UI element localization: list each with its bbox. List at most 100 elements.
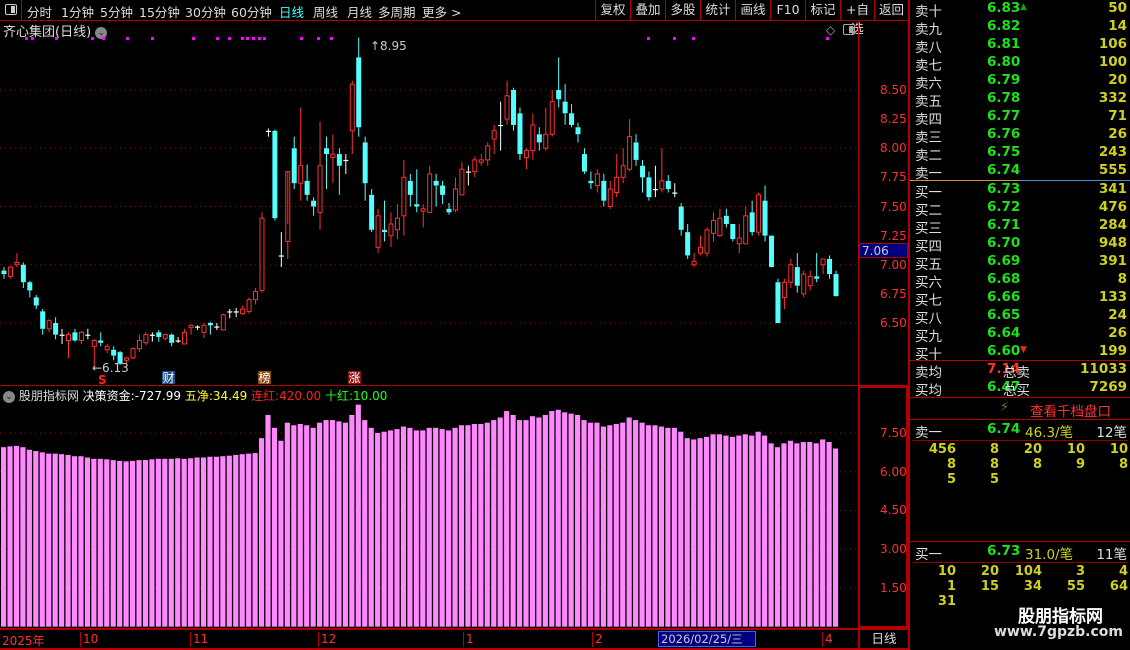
period-tab[interactable]: 周线 xyxy=(313,2,338,21)
asks-row[interactable]: 卖七 6.80 100 xyxy=(913,54,1127,74)
candle[interactable] xyxy=(620,148,626,184)
candle[interactable] xyxy=(356,37,362,137)
period-tab[interactable]: 日线 xyxy=(279,2,304,21)
bids-row[interactable]: 买七 6.66 133 xyxy=(913,289,1127,309)
candle[interactable] xyxy=(504,80,510,125)
candle[interactable] xyxy=(704,227,710,257)
candle[interactable] xyxy=(427,165,433,213)
candle[interactable] xyxy=(136,334,142,353)
candle[interactable] xyxy=(678,203,684,236)
candle[interactable] xyxy=(717,208,723,237)
candle[interactable] xyxy=(394,204,400,240)
candle[interactable] xyxy=(259,212,265,293)
candle[interactable] xyxy=(652,165,658,198)
candle[interactable] xyxy=(794,253,800,293)
candle[interactable] xyxy=(253,288,259,305)
bids-row[interactable]: 买三 6.71 284 xyxy=(913,217,1127,237)
candle[interactable] xyxy=(278,232,284,268)
bids-row[interactable]: 买二 6.72 476 xyxy=(913,199,1127,219)
candle[interactable] xyxy=(491,124,497,155)
chart-canvas[interactable]: ↑8.95←6.13S 财榜涨 xyxy=(0,21,858,628)
candle[interactable] xyxy=(240,305,246,315)
asks-row[interactable]: 卖九 6.82 14 xyxy=(913,18,1127,38)
candle[interactable] xyxy=(511,87,517,131)
indicator-name[interactable]: 股朋指标网 xyxy=(19,389,79,403)
period-tab[interactable]: 多周期 xyxy=(378,2,416,21)
depth-link[interactable]: 查看千档盘口 xyxy=(1030,400,1111,420)
asks-row[interactable]: 卖一 6.74 555 xyxy=(913,162,1127,182)
candle[interactable] xyxy=(130,347,136,360)
candle[interactable] xyxy=(517,107,523,160)
asks-row[interactable]: 卖二 6.75 243 xyxy=(913,144,1127,164)
candle[interactable] xyxy=(523,148,529,170)
candle[interactable] xyxy=(40,309,46,335)
candle[interactable] xyxy=(220,313,226,331)
bids-row[interactable]: 买九 6.64 26 xyxy=(913,325,1127,345)
candle[interactable] xyxy=(543,107,549,151)
candle[interactable] xyxy=(633,134,639,166)
candle[interactable] xyxy=(104,343,110,354)
candle[interactable] xyxy=(659,148,665,193)
candle[interactable] xyxy=(820,258,826,275)
candle[interactable] xyxy=(291,136,297,190)
candle[interactable] xyxy=(156,329,162,342)
candle[interactable] xyxy=(420,204,426,228)
candle[interactable] xyxy=(781,278,787,310)
candle[interactable] xyxy=(59,328,65,344)
period-tab[interactable]: 15分钟 xyxy=(139,2,180,21)
candle[interactable] xyxy=(691,253,697,268)
candle[interactable] xyxy=(607,180,613,209)
candle[interactable] xyxy=(665,175,671,193)
bids-row[interactable]: 买八 6.65 24 xyxy=(913,307,1127,327)
bids-row[interactable]: 买四 6.70 948 xyxy=(913,235,1127,255)
toolbar-button[interactable]: +自选 xyxy=(840,0,874,36)
candle[interactable] xyxy=(698,235,704,256)
candle[interactable] xyxy=(201,323,207,339)
candle[interactable] xyxy=(459,162,465,196)
period-tab[interactable]: 更多 > xyxy=(422,2,461,21)
asks-row[interactable]: 卖四 6.77 71 xyxy=(913,108,1127,128)
candle[interactable] xyxy=(285,171,291,259)
candle[interactable] xyxy=(775,278,781,323)
candle[interactable] xyxy=(478,154,484,166)
period-tab[interactable]: 1分钟 xyxy=(61,2,94,21)
candle[interactable] xyxy=(207,321,213,335)
candle[interactable] xyxy=(265,128,271,137)
candle[interactable] xyxy=(807,270,813,291)
candle[interactable] xyxy=(730,223,736,242)
panel-toggle-button[interactable] xyxy=(0,0,22,20)
bids-row[interactable]: 买六 6.68 8 xyxy=(913,271,1127,291)
candle[interactable] xyxy=(246,297,252,314)
candle[interactable] xyxy=(685,223,691,259)
candle[interactable] xyxy=(336,148,342,195)
candle[interactable] xyxy=(446,203,452,215)
asks-row[interactable]: 卖五 6.78 332 xyxy=(913,90,1127,110)
toolbar-button[interactable]: F10 xyxy=(770,0,805,20)
candle[interactable] xyxy=(581,148,587,174)
period-tab[interactable]: 5分钟 xyxy=(100,2,133,21)
toolbar-button[interactable]: 叠加 xyxy=(630,0,665,20)
candle[interactable] xyxy=(343,154,349,174)
candle[interactable] xyxy=(182,328,188,345)
asks-row[interactable]: 卖六 6.79 20 xyxy=(913,72,1127,92)
bids-row[interactable]: 买五 6.69 391 xyxy=(913,253,1127,273)
candle[interactable] xyxy=(1,267,7,279)
candle[interactable] xyxy=(769,235,775,268)
period-tab[interactable]: 60分钟 xyxy=(231,2,272,21)
candle[interactable] xyxy=(530,113,536,160)
candle[interactable] xyxy=(472,156,478,178)
candle[interactable] xyxy=(588,171,594,190)
candle[interactable] xyxy=(85,328,91,340)
period-tab[interactable]: 30分钟 xyxy=(185,2,226,21)
period-tab[interactable]: 月线 xyxy=(347,2,372,21)
period-tab[interactable]: 分时 xyxy=(27,2,52,21)
candle[interactable] xyxy=(349,80,355,155)
candle[interactable] xyxy=(433,173,439,207)
candle[interactable] xyxy=(827,255,833,279)
candle[interactable] xyxy=(414,169,420,213)
candle[interactable] xyxy=(214,323,220,330)
toolbar-button[interactable]: 返回 xyxy=(874,0,908,20)
candle[interactable] xyxy=(549,90,555,137)
candle[interactable] xyxy=(169,333,175,347)
candle[interactable] xyxy=(298,107,304,201)
